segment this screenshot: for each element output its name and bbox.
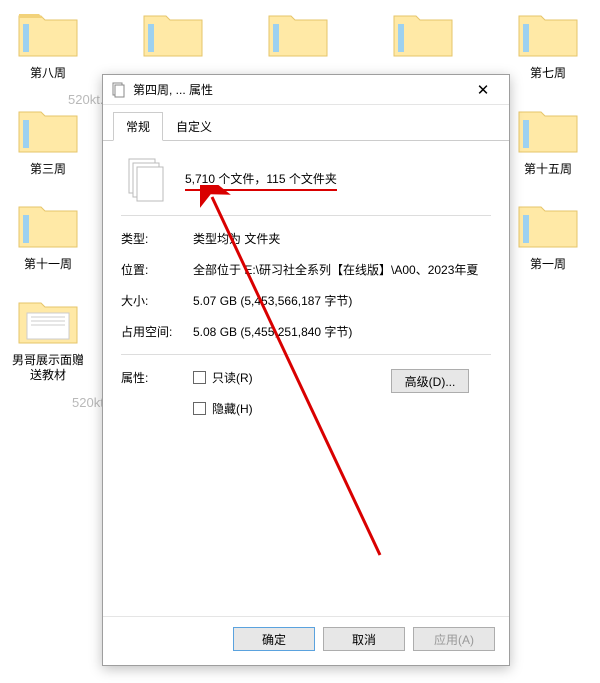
location-value: 全部位于 E:\研习社全系列【在线版】\A00、2023年夏 [193,261,491,278]
folder-icon [17,199,79,249]
folder-item[interactable]: 第三周 [8,104,88,178]
type-label: 类型: [121,230,193,247]
folder-item[interactable]: 第十一周 [8,199,88,273]
checkbox-icon [193,371,206,384]
folder-icon [142,8,204,58]
folder-item[interactable]: 第十五周 [508,104,588,178]
advanced-button[interactable]: 高级(D)... [391,369,469,393]
prop-type: 类型: 类型均为 文件夹 [121,230,491,247]
folder-icon [17,104,79,154]
folder-item[interactable]: 第七周 [508,8,588,82]
prop-location: 位置: 全部位于 E:\研习社全系列【在线版】\A00、2023年夏 [121,261,491,278]
dialog-footer: 确定 取消 应用(A) [103,616,509,665]
folder-item[interactable] [133,8,213,82]
folder-item[interactable] [383,8,463,82]
titlebar[interactable]: 第四周, ... 属性 ✕ [103,75,509,105]
folder-label: 第七周 [530,66,566,82]
dialog-icon [111,82,127,98]
folder-label: 第一周 [530,257,566,273]
folder-icon [267,8,329,58]
apply-button[interactable]: 应用(A) [413,627,495,651]
disk-value: 5.08 GB (5,455,251,840 字节) [193,323,491,340]
folder-item[interactable] [258,8,338,82]
separator [121,215,491,216]
dialog-body: 5,710 个文件，115 个文件夹 类型: 类型均为 文件夹 位置: 全部位于… [103,141,509,616]
tab-bar: 常规 自定义 [103,105,509,141]
folder-label: 第十一周 [24,257,72,273]
checkbox-icon [193,402,206,415]
hidden-label: 隐藏(H) [212,400,253,417]
folder-icon [517,8,579,58]
hidden-checkbox[interactable]: 隐藏(H) [193,400,253,417]
prop-size: 大小: 5.07 GB (5,453,566,187 字节) [121,292,491,309]
tab-custom[interactable]: 自定义 [163,112,225,141]
folder-icon [517,104,579,154]
location-label: 位置: [121,261,193,278]
folder-item[interactable]: 第一周 [508,199,588,273]
folder-label: 第三周 [30,162,66,178]
folder-label: 男哥展示面赠送教材 [8,353,88,384]
prop-disk-size: 占用空间: 5.08 GB (5,455,251,840 字节) [121,323,491,340]
size-label: 大小: [121,292,193,309]
tab-general[interactable]: 常规 [113,112,163,141]
attributes-label: 属性: [121,369,193,386]
disk-label: 占用空间: [121,323,193,340]
folder-icon [17,295,79,345]
close-button[interactable]: ✕ [463,76,503,104]
separator [121,354,491,355]
size-value: 5.07 GB (5,453,566,187 字节) [193,292,491,309]
folder-icon [17,8,79,58]
readonly-checkbox[interactable]: 只读(R) [193,369,253,386]
readonly-label: 只读(R) [212,369,253,386]
properties-dialog: 第四周, ... 属性 ✕ 常规 自定义 5,710 个文件，115 个文件夹 … [102,74,510,666]
multi-file-icon [125,157,167,203]
folder-item[interactable]: 第八周 [8,8,88,82]
folder-icon [392,8,454,58]
folder-label: 第八周 [30,66,66,82]
folder-label: 第十五周 [524,162,572,178]
file-count-summary: 5,710 个文件，115 个文件夹 [185,170,337,191]
cancel-button[interactable]: 取消 [323,627,405,651]
type-value: 类型均为 文件夹 [193,230,491,247]
folder-icon [517,199,579,249]
dialog-title: 第四周, ... 属性 [133,81,463,98]
ok-button[interactable]: 确定 [233,627,315,651]
folder-item[interactable]: 男哥展示面赠送教材 [8,295,88,384]
